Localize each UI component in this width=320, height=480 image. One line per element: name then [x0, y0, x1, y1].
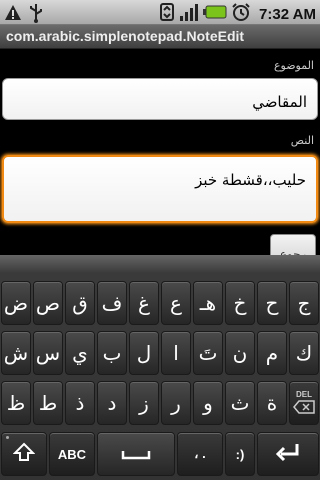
app-title: com.arabic.simplenotepad.NoteEdit: [6, 28, 245, 44]
subject-label: الموضوع: [273, 59, 314, 72]
key[interactable]: ر: [161, 381, 191, 425]
key[interactable]: ز: [129, 381, 159, 425]
key[interactable]: ل: [129, 331, 159, 375]
abc-key[interactable]: ABC: [49, 432, 95, 476]
key[interactable]: ج: [289, 281, 319, 325]
space-key[interactable]: [97, 432, 175, 476]
dot-hint: [6, 436, 9, 439]
key[interactable]: د: [97, 381, 127, 425]
key[interactable]: هـ: [193, 281, 223, 325]
key[interactable]: ب: [97, 331, 127, 375]
delete-icon: DEL: [292, 387, 316, 420]
key[interactable]: و: [193, 381, 223, 425]
key[interactable]: ق: [65, 281, 95, 325]
key[interactable]: خ: [225, 281, 255, 325]
key[interactable]: ك: [289, 331, 319, 375]
key[interactable]: ة: [257, 381, 287, 425]
key[interactable]: ظ: [1, 381, 31, 425]
enter-key[interactable]: [257, 432, 319, 476]
delete-key[interactable]: DEL: [289, 381, 319, 425]
emoticon-key[interactable]: :): [225, 432, 255, 476]
period-key[interactable]: ، .: [177, 432, 223, 476]
clock: 7:32 AM: [259, 5, 316, 23]
key[interactable]: تَ: [193, 331, 223, 375]
title-bar: com.arabic.simplenotepad.NoteEdit: [0, 25, 320, 49]
warning-icon: [4, 4, 22, 26]
key[interactable]: ذ: [65, 381, 95, 425]
key[interactable]: ن: [225, 331, 255, 375]
soft-keyboard: ض ص ق ف غ ع هـ خ ح ج ش س ي ب ل ا تَ ن م …: [0, 255, 320, 480]
body-input[interactable]: حليب،،قشطة خبز: [2, 155, 318, 223]
abc-key-label: ABC: [57, 446, 87, 462]
key[interactable]: ع: [161, 281, 191, 325]
key[interactable]: م: [257, 331, 287, 375]
key[interactable]: ش: [1, 331, 31, 375]
data-sync-icon: [159, 2, 175, 26]
key[interactable]: ط: [33, 381, 63, 425]
emoticon-key-label: :): [235, 446, 245, 462]
svg-text:DEL: DEL: [296, 390, 312, 399]
key[interactable]: ي: [65, 331, 95, 375]
battery-icon: [203, 4, 227, 24]
signal-icon: [179, 2, 199, 26]
space-icon: [121, 442, 151, 466]
key[interactable]: ث: [225, 381, 255, 425]
shift-icon: [12, 441, 36, 468]
period-key-label: ، .: [194, 446, 206, 461]
usb-icon: [28, 3, 44, 27]
subject-input[interactable]: المقاضي: [2, 78, 318, 120]
key[interactable]: س: [33, 331, 63, 375]
key[interactable]: ا: [161, 331, 191, 375]
enter-icon: [275, 441, 301, 468]
status-bar: 7:32 AM: [0, 0, 320, 25]
key[interactable]: غ: [129, 281, 159, 325]
shift-key[interactable]: [1, 432, 47, 476]
key[interactable]: ف: [97, 281, 127, 325]
key[interactable]: ض: [1, 281, 31, 325]
alarm-icon: [231, 2, 251, 26]
key[interactable]: ص: [33, 281, 63, 325]
key[interactable]: ح: [257, 281, 287, 325]
body-label: النص: [290, 134, 314, 147]
